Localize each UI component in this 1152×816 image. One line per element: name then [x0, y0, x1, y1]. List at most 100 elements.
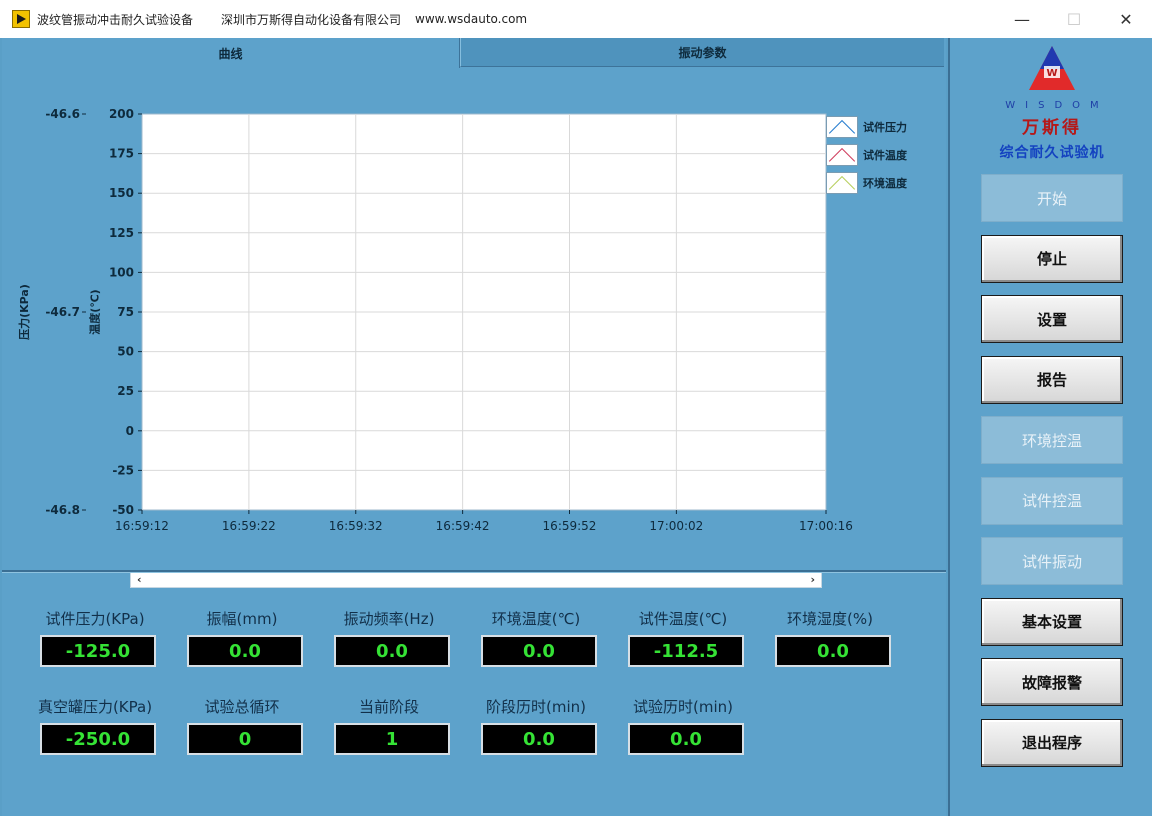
minimize-button[interactable]: —	[996, 0, 1048, 38]
x-tick-time-label: 16:59:52	[543, 519, 597, 533]
company-name: 深圳市万斯得自动化设备有限公司	[221, 12, 402, 27]
company-logo: W WISDOM 万斯得 综合耐久试验机	[950, 44, 1152, 162]
tab-vibration-params[interactable]: 振动参数	[460, 38, 944, 67]
chart-legend: 试件压力 试件温度 环境温度	[826, 113, 926, 197]
temperature-tick-label: 25	[117, 384, 134, 398]
reading-value-display: 0.0	[628, 723, 744, 755]
legend-swatch-specimen-temp	[826, 144, 858, 166]
reading-label: 阶段历时(min)	[486, 698, 586, 716]
x-tick-time-label: 17:00:16	[799, 519, 853, 533]
reading-group: 环境湿度(%) 0.0	[765, 608, 915, 667]
x-tick-time-label: 16:59:22	[222, 519, 276, 533]
specimen-vibration-button[interactable]: 试件振动	[981, 537, 1123, 585]
basic-settings-button[interactable]: 基本设置	[981, 597, 1123, 646]
temperature-tick-label: 175	[109, 147, 134, 161]
temperature-tick-label: 0	[126, 424, 134, 438]
app-icon	[12, 10, 30, 28]
ambient-temp-control-button[interactable]: 环境控温	[981, 416, 1123, 464]
stop-button[interactable]: 停止	[981, 234, 1123, 283]
reading-group: 环境温度(℃) 0.0	[471, 608, 621, 667]
reading-label: 试件压力(KPa)	[45, 610, 145, 628]
legend-item: 试件温度	[826, 141, 926, 169]
temperature-tick-label: 200	[109, 107, 134, 121]
temperature-tick-label: 100	[109, 265, 134, 279]
temperature-tick-label: 150	[109, 186, 134, 200]
reading-value-display: 0.0	[334, 635, 450, 667]
close-button[interactable]: ✕	[1100, 0, 1152, 38]
scroll-left-icon[interactable]: ‹	[137, 573, 142, 586]
exit-program-button[interactable]: 退出程序	[981, 718, 1123, 767]
temperature-tick-label: -50	[112, 503, 134, 517]
reading-group: 试验历时(min) 0.0	[618, 696, 768, 755]
legend-label: 环境温度	[863, 177, 907, 190]
pressure-tick-label: -46.6	[45, 107, 80, 121]
reading-value-display: 0.0	[775, 635, 891, 667]
reading-group: 阶段历时(min) 0.0	[471, 696, 621, 755]
temperature-tick-label: 125	[109, 226, 134, 240]
reading-value-display: 0.0	[481, 723, 597, 755]
reading-label: 环境温度(℃)	[491, 610, 581, 628]
legend-label: 试件温度	[863, 149, 907, 162]
reading-label: 振动频率(Hz)	[343, 610, 435, 628]
maximize-button[interactable]: ☐	[1048, 0, 1100, 38]
reading-value-display: 1	[334, 723, 450, 755]
reading-group: 真空罐压力(KPa) -250.0	[30, 696, 180, 755]
reading-value-display: 0.0	[481, 635, 597, 667]
reading-group: 振动频率(Hz) 0.0	[324, 608, 474, 667]
pressure-tick-label: -46.8	[45, 503, 80, 517]
x-tick-time-label: 17:00:02	[649, 519, 703, 533]
panel-divider	[2, 570, 946, 573]
legend-label: 试件压力	[863, 121, 907, 134]
reading-label: 振幅(mm)	[206, 610, 278, 628]
trend-chart: 200 175 150 125 100 75 50 25 0 -25 -50 -46.6 -46.7 -4…	[45, 107, 853, 533]
company-url: www.wsdauto.com	[415, 12, 528, 26]
reading-value-display: -112.5	[628, 635, 744, 667]
temperature-tick-label: 50	[117, 345, 134, 359]
reading-label: 试件温度(℃)	[638, 610, 728, 628]
close-icon: ✕	[1119, 9, 1133, 29]
window-title: 波纹管振动冲击耐久试验设备	[37, 12, 194, 27]
specimen-temp-control-button[interactable]: 试件控温	[981, 476, 1123, 525]
logo-slogan: 综合耐久试验机	[999, 145, 1105, 161]
reading-label: 当前阶段	[358, 698, 419, 716]
start-button[interactable]: 开始	[981, 174, 1123, 222]
reading-group: 试件压力(KPa) -125.0	[30, 608, 180, 667]
minimize-icon: —	[1014, 9, 1030, 29]
control-panel: W WISDOM 万斯得 综合耐久试验机 开始停止设置报告环境控温试件控温试件振…	[948, 38, 1152, 816]
reading-value-display: 0	[187, 723, 303, 755]
settings-button[interactable]: 设置	[981, 295, 1123, 343]
logo-brand: WISDOM	[1005, 100, 1109, 111]
chart-scrollbar[interactable]: ‹ ›	[130, 571, 822, 588]
title-bar: 波纹管振动冲击耐久试验设备 深圳市万斯得自动化设备有限公司 www.wsdaut…	[0, 0, 1152, 38]
reading-group: 振幅(mm) 0.0	[177, 608, 327, 667]
svg-text:W: W	[1046, 68, 1057, 79]
legend-item: 试件压力	[826, 113, 926, 141]
reading-label: 真空罐压力(KPa)	[37, 698, 153, 716]
reading-label: 试验历时(min)	[633, 698, 733, 716]
reading-value-display: 0.0	[187, 635, 303, 667]
x-tick-time-label: 16:59:12	[115, 519, 169, 533]
reading-value-display: -125.0	[40, 635, 156, 667]
temperature-tick-label: 75	[117, 305, 134, 319]
maximize-icon: ☐	[1066, 9, 1082, 29]
window-controls: — ☐ ✕	[996, 0, 1152, 38]
pressure-tick-label: -46.7	[45, 305, 80, 319]
tab-curve[interactable]: 曲线	[2, 38, 460, 68]
fault-alarm-button[interactable]: 故障报警	[981, 658, 1123, 706]
reading-group: 试验总循环 0	[177, 696, 327, 755]
legend-swatch-pressure	[826, 116, 858, 138]
x-tick-time-label: 16:59:42	[436, 519, 490, 533]
reading-value-display: -250.0	[40, 723, 156, 755]
reading-label: 试验总循环	[204, 698, 280, 716]
reading-group: 试件温度(℃) -112.5	[618, 608, 768, 667]
legend-swatch-ambient-temp	[826, 172, 858, 194]
chart-area: 压力(KPa) 温度(℃) 200 175 150 125 100 75 50 25 0 -25-…	[2, 68, 946, 588]
main-panel: 曲线 振动参数 压力(KPa) 温度(℃) 200 175 150 125 100 75 5…	[2, 38, 946, 816]
x-tick-time-label: 16:59:32	[329, 519, 383, 533]
temperature-tick-label: -25	[112, 463, 134, 477]
scroll-right-icon[interactable]: ›	[810, 573, 815, 586]
reading-label: 环境湿度(%)	[787, 610, 873, 628]
logo-chinese-name: 万斯得	[1022, 118, 1082, 138]
legend-item: 环境温度	[826, 169, 926, 197]
report-button[interactable]: 报告	[981, 355, 1123, 404]
